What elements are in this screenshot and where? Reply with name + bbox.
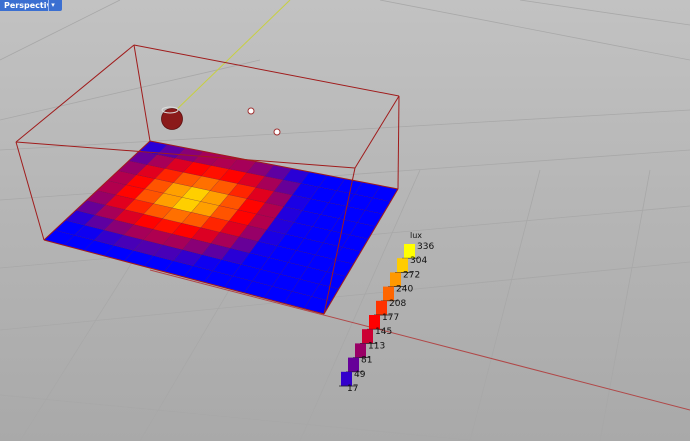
- grid-line: [519, 0, 690, 26]
- legend-value-label: 177: [382, 313, 399, 323]
- point-light[interactable]: [273, 128, 281, 136]
- grid-line: [379, 0, 690, 61]
- legend-value-label: 49: [354, 370, 366, 380]
- legend-title: lux: [410, 231, 422, 240]
- legend-value-label: 81: [361, 356, 372, 366]
- perspective-viewport[interactable]: lux 336 304 272 240 208 177 145 113 81 49 17 Perspe…: [0, 0, 690, 441]
- legend-value-label: 272: [403, 270, 420, 280]
- legend-value-label: 336: [417, 242, 434, 252]
- y-axis-line: [171, 0, 291, 115]
- legend-value-label: 145: [375, 327, 392, 337]
- grid-line: [599, 169, 651, 441]
- chevron-down-icon[interactable]: ▾: [48, 0, 57, 11]
- grid-line: [0, 109, 690, 151]
- box-edge: [397, 95, 400, 190]
- light-sources[interactable]: [161, 106, 281, 136]
- box-edge: [15, 141, 45, 241]
- box-edge: [354, 95, 400, 169]
- sun-sphere[interactable]: [161, 108, 183, 130]
- grid-line: [0, 394, 481, 441]
- x-axis-line: [149, 269, 690, 411]
- legend-value-label: 240: [396, 285, 413, 295]
- legend-value-label: 113: [368, 341, 385, 351]
- point-light[interactable]: [247, 107, 255, 115]
- legend-value-label: 17: [347, 384, 358, 394]
- legend-value-label: 208: [389, 299, 406, 309]
- box-edge: [133, 44, 400, 97]
- 3d-scene[interactable]: lux 336 304 272 240 208 177 145 113 81 49 17: [0, 0, 690, 441]
- grid-line: [469, 169, 541, 441]
- legend-value-label: 304: [410, 256, 427, 266]
- grid-line: [0, 59, 261, 121]
- box-edge: [133, 44, 151, 142]
